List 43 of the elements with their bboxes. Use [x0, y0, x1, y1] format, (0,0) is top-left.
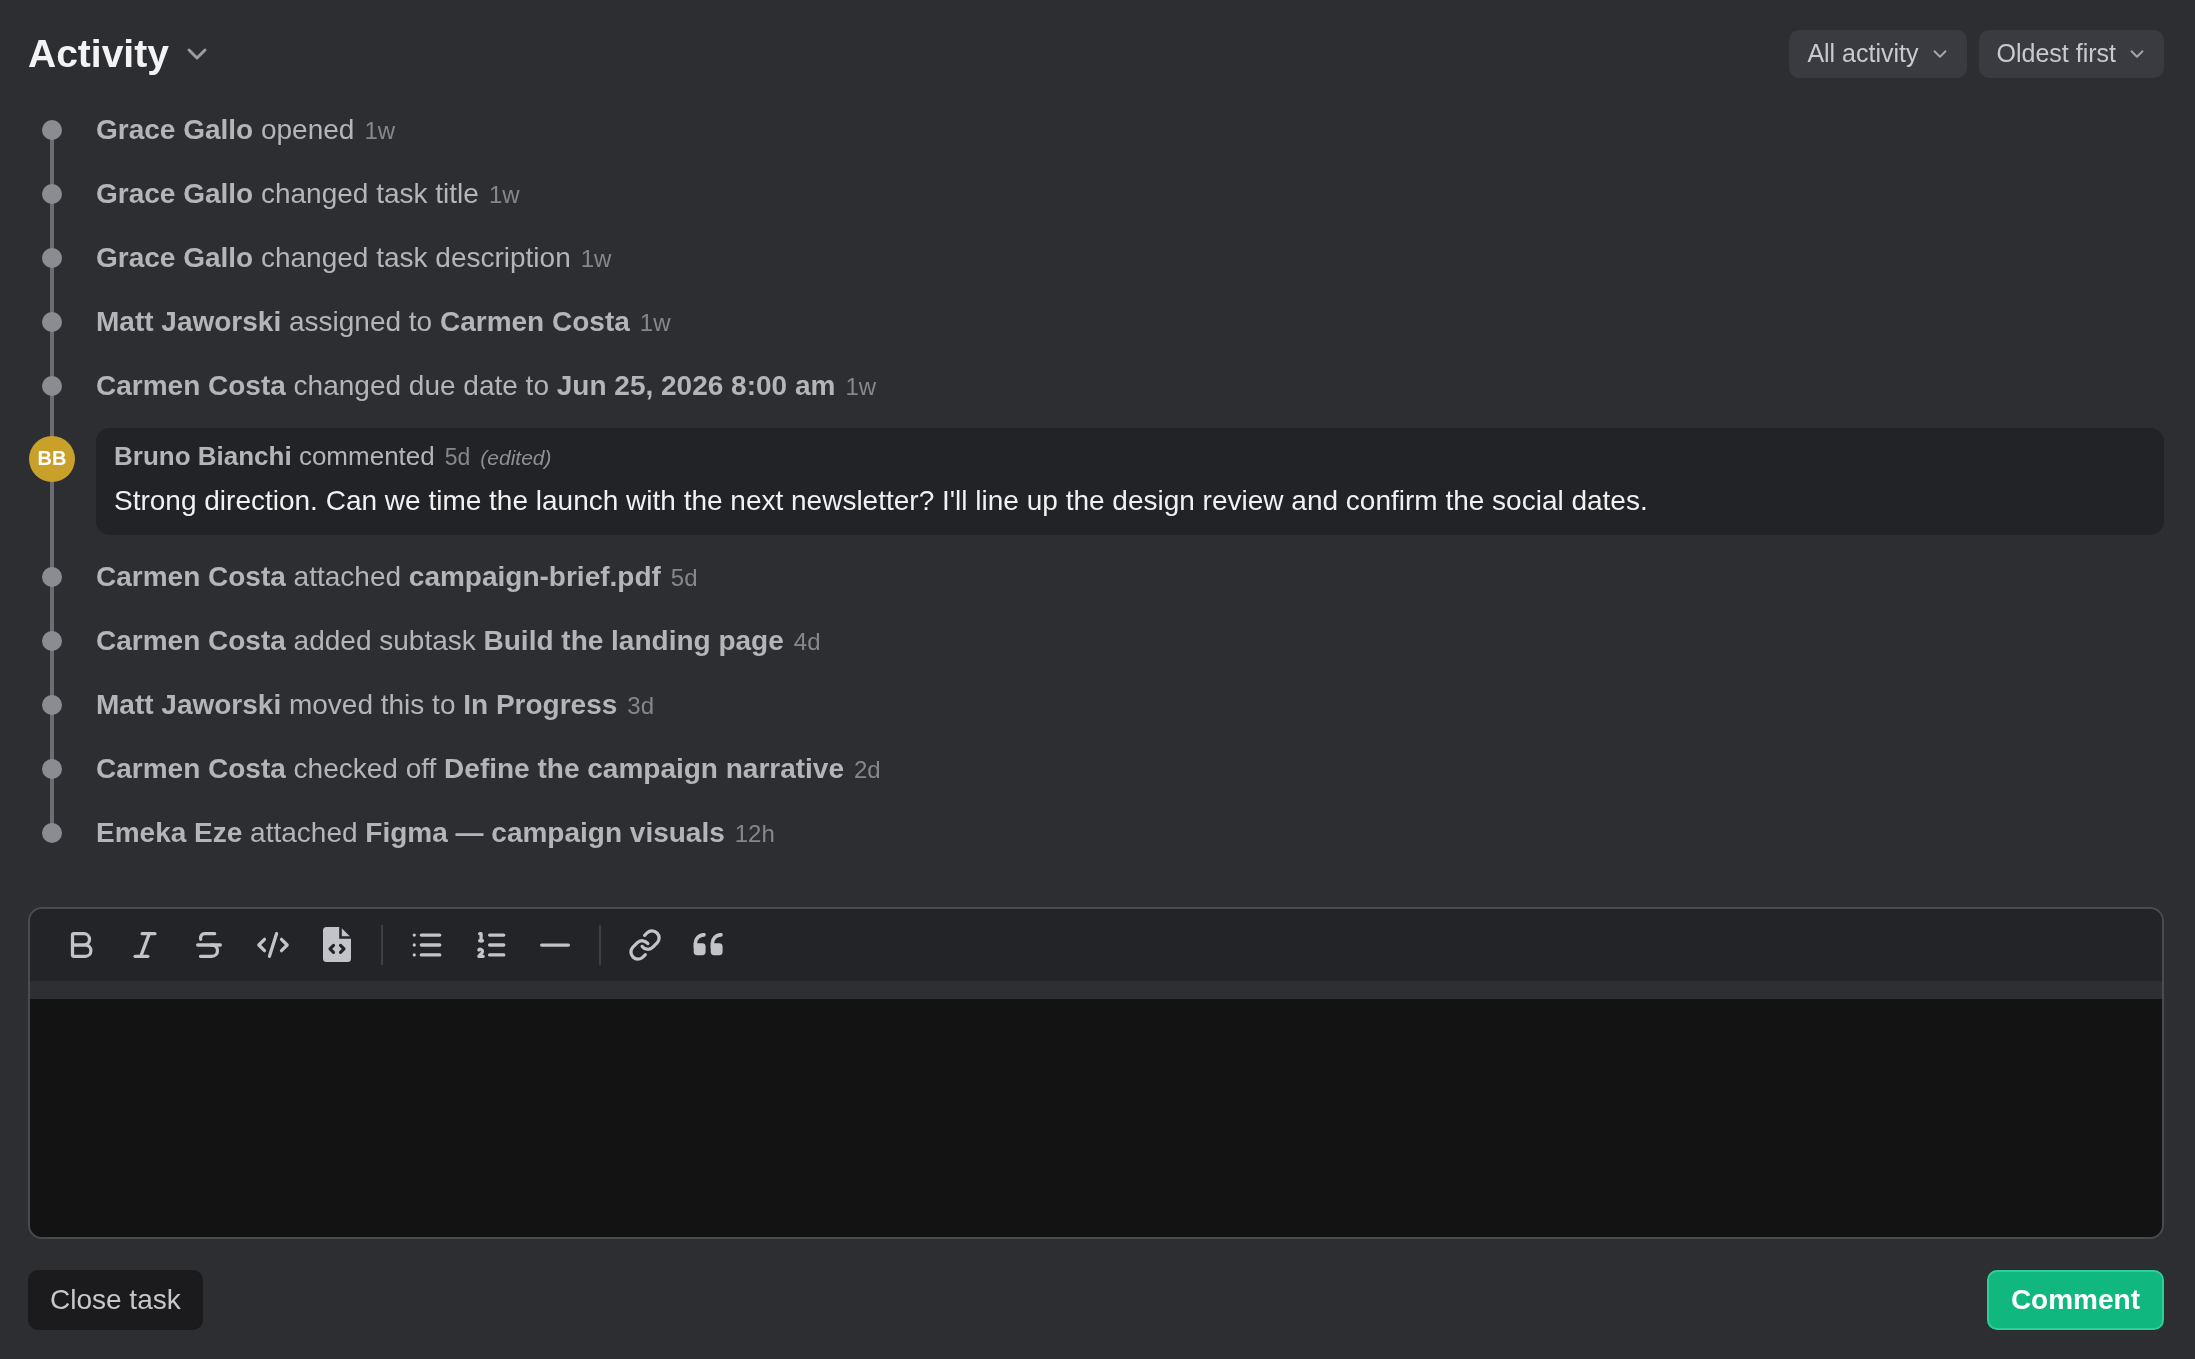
timeline-dot-icon: [42, 694, 62, 715]
timestamp: 4d: [793, 627, 821, 656]
filter-dropdown[interactable]: Oldest first: [1978, 29, 2164, 78]
timestamp: 3d: [627, 691, 655, 720]
activity-text: Carmen Costa checked off Define the campaign narrative: [96, 751, 844, 786]
timeline-dot-icon: [42, 311, 62, 332]
timeline-dot-icon: [42, 822, 62, 843]
timeline-dot-icon: [42, 758, 62, 779]
activity-text: Matt Jaworski moved this to In Progress: [96, 687, 618, 722]
timeline-dot-icon: [42, 630, 62, 651]
timeline-dot-icon: [42, 183, 62, 204]
edited-note: (edited): [480, 445, 552, 470]
activity-text: Grace Gallo changed task description: [96, 240, 571, 275]
activity-text: Grace Gallo opened: [96, 112, 355, 147]
timestamp: 5d: [444, 443, 471, 471]
activity-text: Carmen Costa changed due date to Jun 25, 2026 8:00 am: [96, 368, 836, 403]
timeline-dot-icon: [42, 119, 62, 140]
timestamp: 1w: [845, 372, 877, 401]
timestamp: 1w: [639, 308, 671, 337]
activity-text: Matt Jaworski assigned to Carmen Costa: [96, 304, 630, 339]
timestamp: 2d: [854, 755, 881, 784]
timeline-dot-icon: [42, 247, 62, 268]
close-task-button[interactable]: Close task: [28, 1270, 203, 1330]
timestamp: 1w: [488, 180, 520, 209]
timestamp: 5d: [670, 563, 698, 592]
section-title: Activity: [28, 30, 169, 77]
comment-input[interactable]: [30, 998, 2162, 1237]
timestamp: 12h: [734, 819, 775, 848]
comment-body: Strong direction. Can we time the launch with the next newsletter? I'll line up the design review and confirm the social dates.: [114, 483, 1649, 518]
activity-text: Grace Gallo changed task title: [96, 176, 479, 211]
timestamp: 1w: [364, 116, 396, 145]
filter-dropdown[interactable]: All activity: [1789, 29, 1967, 78]
comment-author-text: Bruno Bianchi commented: [114, 439, 435, 473]
avatar: BB: [29, 435, 75, 482]
timeline-dot-icon: [42, 375, 62, 396]
link-icon: [628, 927, 662, 962]
quote-icon: [692, 932, 726, 957]
activity-text: Carmen Costa attached campaign-brief.pdf: [96, 559, 661, 594]
timeline-dot-icon: [42, 566, 62, 587]
activity-text: Carmen Costa added subtask Build the landing page: [96, 623, 784, 658]
activity-text: Emeka Eze attached Figma — campaign visuals: [96, 815, 725, 850]
code-file-icon: [323, 927, 351, 963]
timestamp: 1w: [580, 244, 612, 273]
